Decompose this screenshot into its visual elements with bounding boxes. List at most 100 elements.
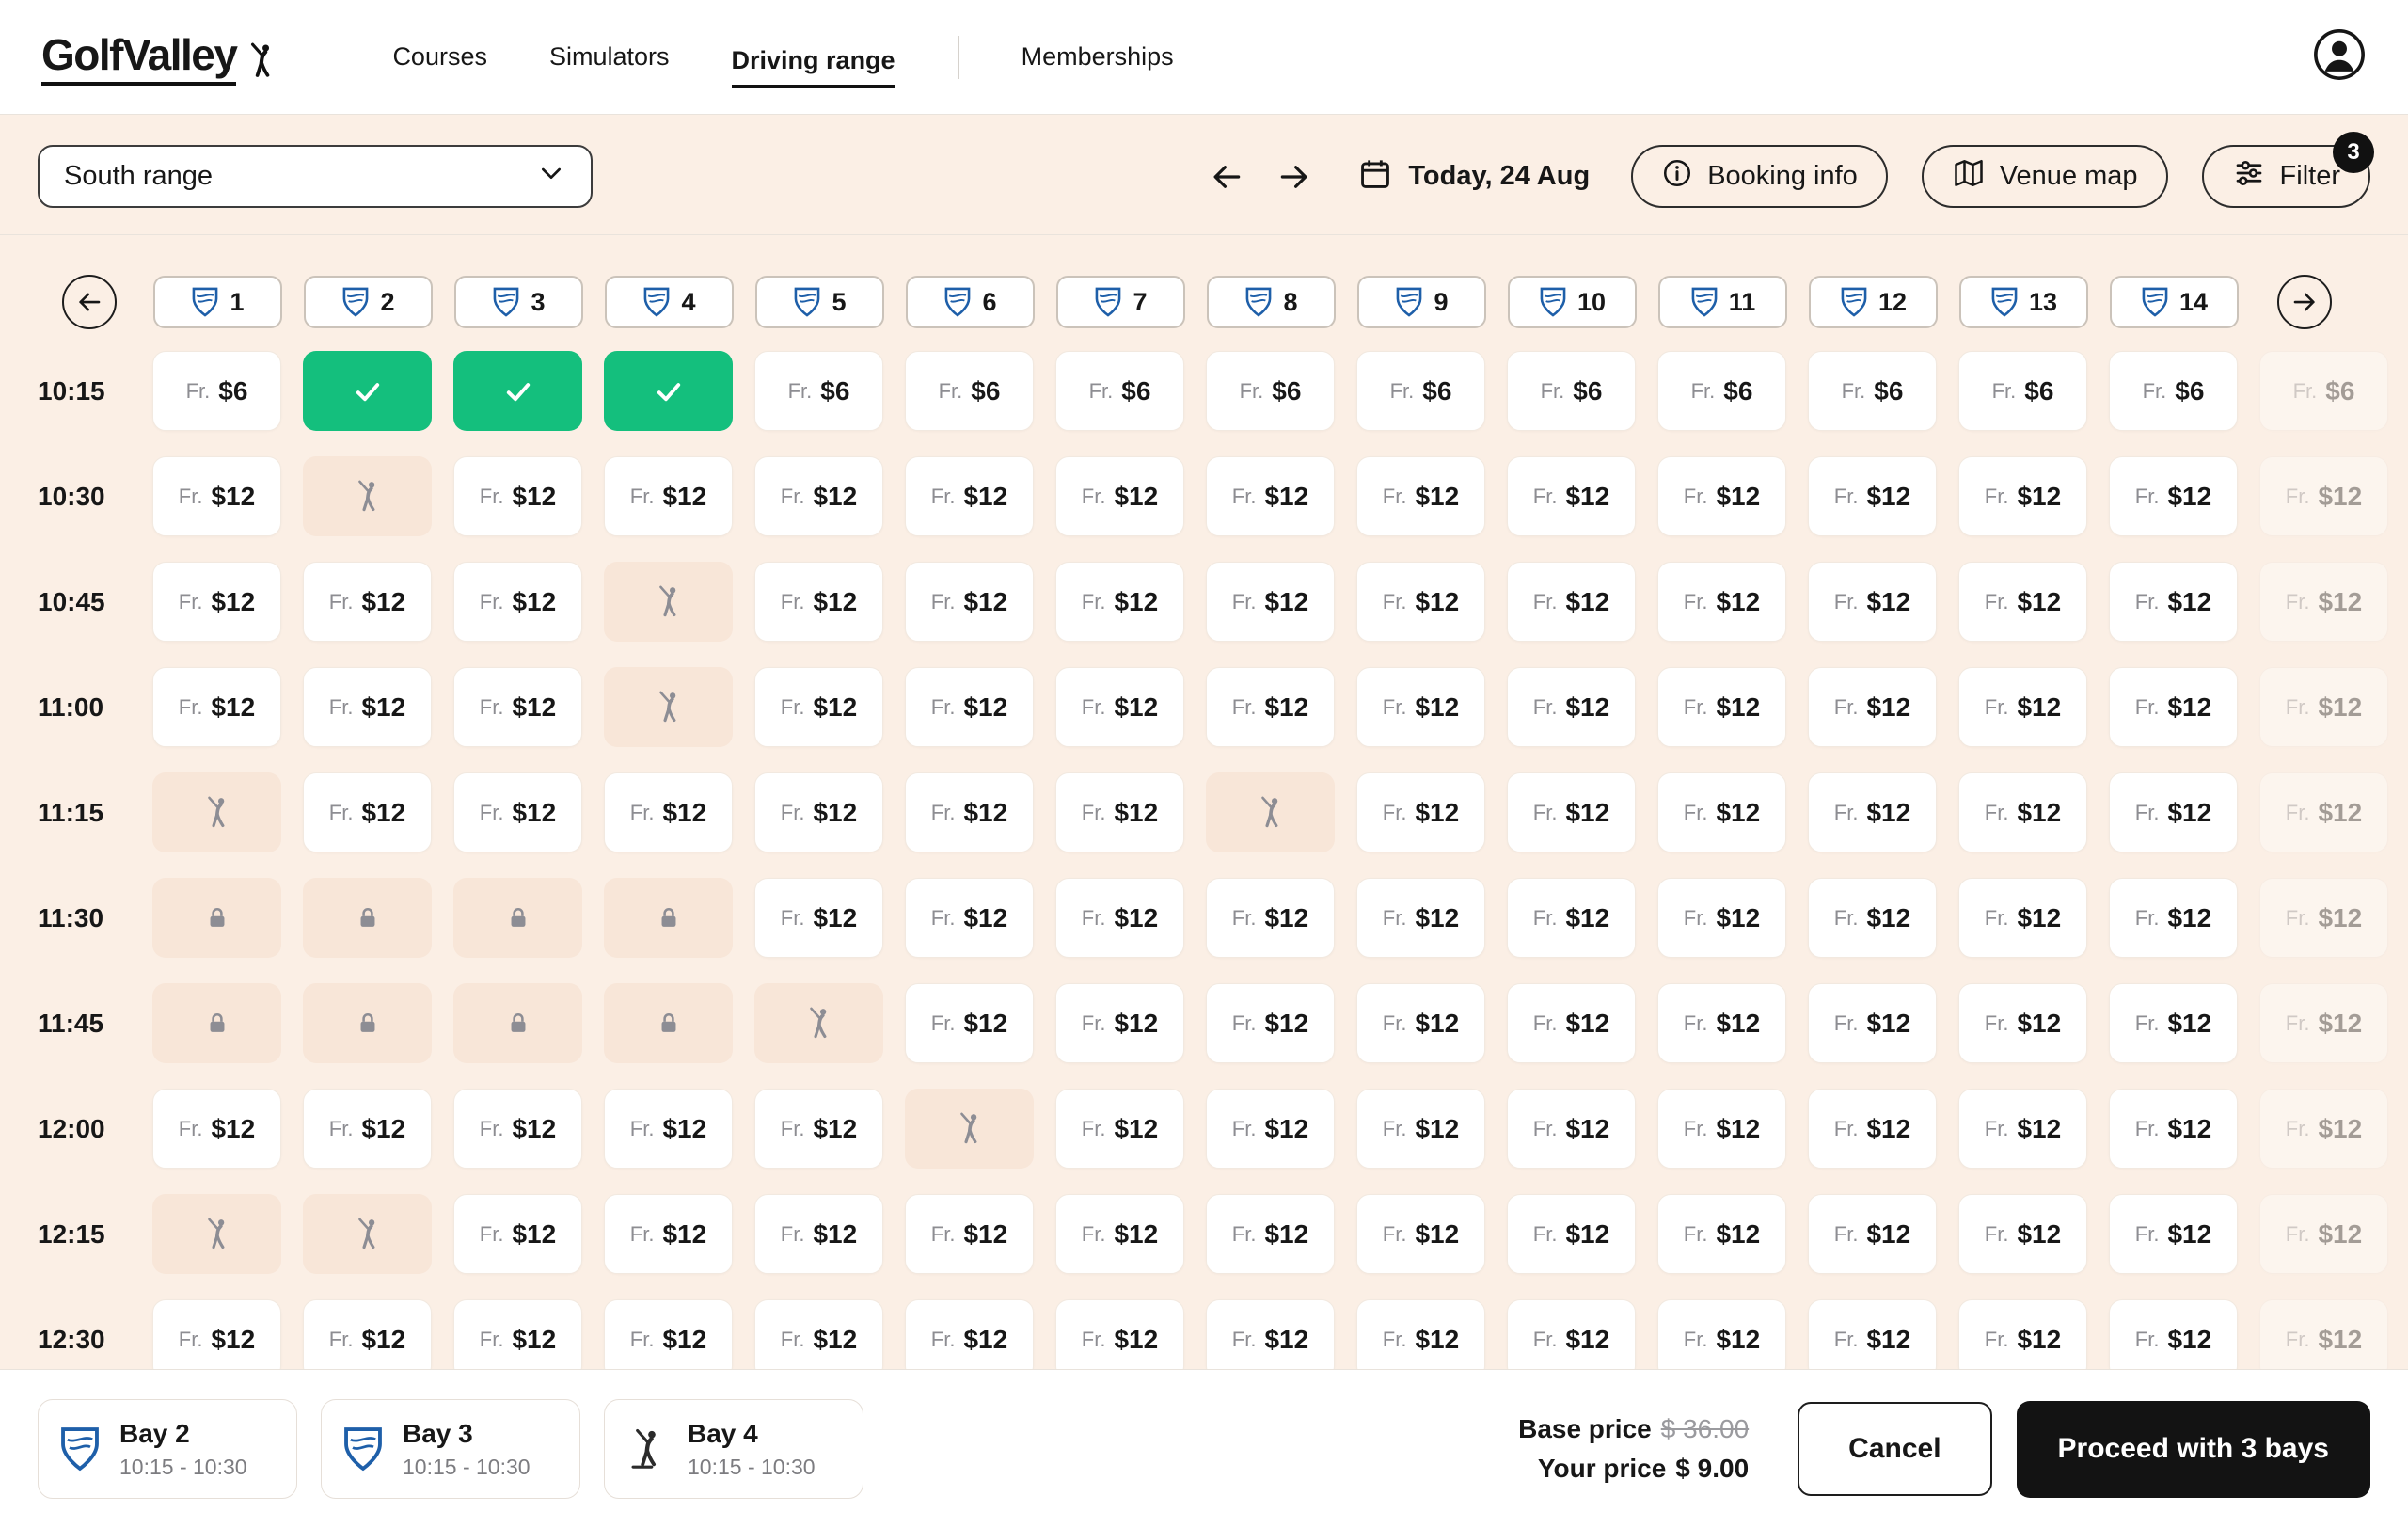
slot-available[interactable]: Fr.$12: [1657, 1194, 1786, 1274]
slot-available[interactable]: Fr.$12: [1507, 878, 1636, 958]
selected-bay-card[interactable]: Bay 310:15 - 10:30: [321, 1399, 580, 1499]
slot-available[interactable]: Fr.$12: [1958, 772, 2087, 852]
slot-available[interactable]: Fr.$12: [905, 562, 1034, 642]
slot-available[interactable]: Fr.$12: [754, 1089, 883, 1169]
slot-available[interactable]: Fr.$12: [1356, 1194, 1485, 1274]
bay-header-3[interactable]: 3: [454, 276, 583, 328]
slot-available[interactable]: Fr.$12: [1206, 983, 1335, 1063]
slot-available[interactable]: Fr.$12: [1958, 878, 2087, 958]
slot-available[interactable]: Fr.$12: [2259, 1194, 2388, 1274]
slot-available[interactable]: Fr.$12: [453, 1299, 582, 1379]
slot-available[interactable]: Fr.$6: [1206, 351, 1335, 431]
slot-available[interactable]: Fr.$12: [152, 562, 281, 642]
slot-available[interactable]: Fr.$6: [1808, 351, 1937, 431]
selected-bay-card[interactable]: Bay 210:15 - 10:30: [38, 1399, 297, 1499]
bay-header-4[interactable]: 4: [605, 276, 734, 328]
slot-available[interactable]: Fr.$12: [1055, 772, 1184, 852]
slot-available[interactable]: Fr.$12: [1206, 1299, 1335, 1379]
slot-available[interactable]: Fr.$12: [1507, 667, 1636, 747]
slot-available[interactable]: Fr.$12: [2109, 878, 2238, 958]
slot-available[interactable]: Fr.$12: [152, 667, 281, 747]
slot-available[interactable]: Fr.$12: [1958, 1089, 2087, 1169]
slot-available[interactable]: Fr.$12: [453, 456, 582, 536]
nav-driving-range[interactable]: Driving range: [732, 39, 895, 88]
slot-available[interactable]: Fr.$12: [1356, 562, 1485, 642]
slot-available[interactable]: Fr.$12: [905, 1194, 1034, 1274]
slot-available[interactable]: Fr.$12: [1507, 983, 1636, 1063]
slot-available[interactable]: Fr.$12: [1808, 667, 1937, 747]
slot-available[interactable]: Fr.$12: [1206, 878, 1335, 958]
slot-available[interactable]: Fr.$6: [2109, 351, 2238, 431]
date-picker[interactable]: Today, 24 Aug: [1357, 156, 1590, 197]
slot-available[interactable]: Fr.$12: [1356, 667, 1485, 747]
slot-available[interactable]: Fr.$6: [2259, 351, 2388, 431]
slot-available[interactable]: Fr.$12: [1507, 562, 1636, 642]
slot-available[interactable]: Fr.$12: [1055, 878, 1184, 958]
cancel-button[interactable]: Cancel: [1798, 1402, 1991, 1496]
slot-selected[interactable]: [604, 351, 733, 431]
slot-available[interactable]: Fr.$12: [604, 772, 733, 852]
slot-available[interactable]: Fr.$12: [1657, 1299, 1786, 1379]
slot-available[interactable]: Fr.$12: [1356, 983, 1485, 1063]
slot-available[interactable]: Fr.$12: [2109, 1089, 2238, 1169]
bay-header-5[interactable]: 5: [755, 276, 884, 328]
slot-available[interactable]: Fr.$6: [1507, 351, 1636, 431]
slot-available[interactable]: Fr.$6: [1356, 351, 1485, 431]
slot-available[interactable]: Fr.$12: [754, 562, 883, 642]
bay-header-11[interactable]: 11: [1658, 276, 1787, 328]
slot-available[interactable]: Fr.$12: [2109, 1299, 2238, 1379]
slot-available[interactable]: Fr.$6: [1958, 351, 2087, 431]
selected-bay-card[interactable]: Bay 410:15 - 10:30: [604, 1399, 863, 1499]
slot-available[interactable]: Fr.$12: [2259, 562, 2388, 642]
bay-header-1[interactable]: 1: [153, 276, 282, 328]
slot-available[interactable]: Fr.$12: [1958, 1299, 2087, 1379]
slot-available[interactable]: Fr.$12: [1356, 772, 1485, 852]
slot-available[interactable]: Fr.$12: [1657, 878, 1786, 958]
slot-available[interactable]: Fr.$12: [1507, 1089, 1636, 1169]
slot-available[interactable]: Fr.$12: [1958, 667, 2087, 747]
bay-header-6[interactable]: 6: [906, 276, 1035, 328]
slot-available[interactable]: Fr.$12: [905, 456, 1034, 536]
slot-available[interactable]: Fr.$12: [754, 1194, 883, 1274]
range-select[interactable]: South range: [38, 145, 593, 208]
slot-available[interactable]: Fr.$12: [2259, 983, 2388, 1063]
bay-header-12[interactable]: 12: [1809, 276, 1938, 328]
slot-available[interactable]: Fr.$12: [1657, 562, 1786, 642]
slot-available[interactable]: Fr.$12: [2259, 1299, 2388, 1379]
slot-available[interactable]: Fr.$12: [2259, 878, 2388, 958]
slot-available[interactable]: Fr.$12: [303, 667, 432, 747]
slot-available[interactable]: Fr.$12: [604, 456, 733, 536]
slot-available[interactable]: Fr.$12: [1958, 562, 2087, 642]
bay-header-2[interactable]: 2: [304, 276, 433, 328]
slot-available[interactable]: Fr.$12: [303, 772, 432, 852]
slot-available[interactable]: Fr.$12: [604, 1194, 733, 1274]
scroll-bays-left-button[interactable]: [62, 275, 117, 329]
slot-available[interactable]: Fr.$6: [1055, 351, 1184, 431]
slot-available[interactable]: Fr.$12: [1958, 1194, 2087, 1274]
slot-available[interactable]: Fr.$12: [1055, 456, 1184, 536]
slot-available[interactable]: Fr.$12: [905, 983, 1034, 1063]
slot-available[interactable]: Fr.$12: [2109, 562, 2238, 642]
slot-available[interactable]: Fr.$12: [1055, 1089, 1184, 1169]
account-button[interactable]: [2312, 27, 2367, 87]
bay-header-14[interactable]: 14: [2110, 276, 2239, 328]
slot-available[interactable]: Fr.$12: [303, 1089, 432, 1169]
slot-available[interactable]: Fr.$12: [1808, 1089, 1937, 1169]
proceed-button[interactable]: Proceed with 3 bays: [2017, 1401, 2370, 1498]
slot-available[interactable]: Fr.$12: [1808, 1299, 1937, 1379]
slot-available[interactable]: Fr.$12: [754, 667, 883, 747]
bay-header-9[interactable]: 9: [1357, 276, 1486, 328]
slot-available[interactable]: Fr.$12: [152, 1089, 281, 1169]
slot-available[interactable]: Fr.$12: [905, 878, 1034, 958]
slot-available[interactable]: Fr.$12: [2259, 1089, 2388, 1169]
slot-available[interactable]: Fr.$12: [1507, 772, 1636, 852]
slot-available[interactable]: Fr.$12: [152, 1299, 281, 1379]
slot-available[interactable]: Fr.$12: [2259, 456, 2388, 536]
slot-available[interactable]: Fr.$12: [1356, 456, 1485, 536]
slot-available[interactable]: Fr.$12: [453, 1194, 582, 1274]
slot-available[interactable]: Fr.$12: [1055, 667, 1184, 747]
nav-courses[interactable]: Courses: [392, 35, 487, 79]
slot-selected[interactable]: [303, 351, 432, 431]
slot-available[interactable]: Fr.$12: [1206, 667, 1335, 747]
slot-available[interactable]: Fr.$12: [453, 667, 582, 747]
